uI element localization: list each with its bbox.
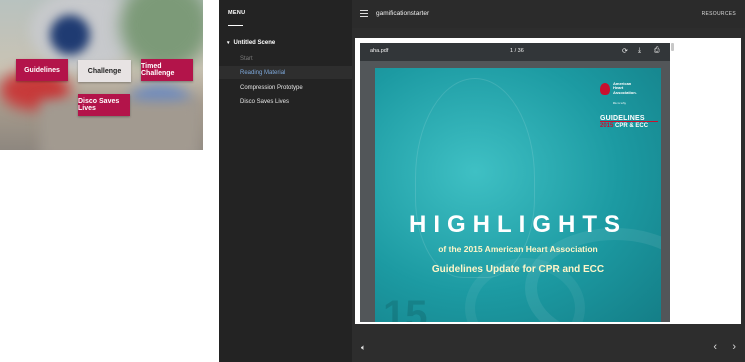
menu-title: MENU bbox=[228, 10, 246, 16]
content-area: aha.pdf 1 / 36 ⟳ ⤓ ⎙ American Heart Asso… bbox=[355, 38, 741, 324]
cover-watermark-number: 15 bbox=[383, 293, 428, 322]
aha-org-line: Association. bbox=[613, 89, 637, 95]
hamburger-icon[interactable] bbox=[360, 10, 368, 17]
pdf-page-indicator: 1 / 36 bbox=[510, 48, 524, 54]
chevron-left-icon[interactable]: ‹ bbox=[713, 341, 717, 353]
scene-label: Untitled Scene bbox=[233, 40, 276, 46]
screen: Guidelines Challenge Timed Challenge Dis… bbox=[0, 0, 745, 362]
pdf-page-cover: American Heart Association. life is why … bbox=[375, 68, 661, 322]
top-bar: gamificationstarter RESOURCES bbox=[352, 0, 745, 28]
aha-heart-logo bbox=[600, 83, 610, 95]
challenge-button[interactable]: Challenge bbox=[78, 60, 131, 82]
sidebar-item-label: Start bbox=[240, 55, 253, 62]
sidebar: MENU ▾ Untitled Scene Start Reading Mate… bbox=[219, 0, 352, 362]
guidelines-badge-subtitle: 2015 CPR & ECC bbox=[600, 123, 648, 129]
rotate-icon[interactable]: ⟳ bbox=[622, 47, 628, 55]
menu-underline bbox=[228, 25, 243, 26]
guidelines-button[interactable]: Guidelines bbox=[16, 59, 68, 81]
aha-org-name: American Heart Association. bbox=[613, 81, 637, 95]
pdf-file-name: aha.pdf bbox=[370, 48, 389, 54]
cover-headline: HIGHLIGHTS bbox=[409, 211, 627, 238]
badge-year: 2015 bbox=[600, 123, 614, 129]
caret-down-icon: ▾ bbox=[227, 40, 230, 46]
download-icon[interactable]: ⤓ bbox=[638, 47, 641, 55]
app-title: gamificationstarter bbox=[376, 10, 430, 17]
sidebar-item-label: Disco Saves Lives bbox=[240, 98, 290, 105]
sidebar-item-label: Compression Prototype bbox=[240, 84, 303, 91]
aha-tagline: life is why bbox=[613, 101, 627, 105]
app-window: MENU ▾ Untitled Scene Start Reading Mate… bbox=[219, 0, 745, 362]
resources-button[interactable]: RESOURCES bbox=[702, 11, 736, 17]
sidebar-item-disco-saves-lives[interactable]: Disco Saves Lives bbox=[219, 95, 352, 108]
chevron-right-icon[interactable]: › bbox=[732, 341, 736, 353]
scene-thumbnail: Guidelines Challenge Timed Challenge Dis… bbox=[0, 0, 203, 150]
timed-challenge-button[interactable]: Timed Challenge bbox=[141, 59, 193, 81]
photo-blur bbox=[50, 15, 90, 55]
sidebar-item-reading-material[interactable]: Reading Material bbox=[219, 66, 352, 79]
pdf-toolbar: aha.pdf 1 / 36 ⟳ ⤓ ⎙ bbox=[360, 43, 670, 61]
pdf-scrollbar[interactable] bbox=[671, 43, 674, 51]
badge-rule bbox=[600, 121, 658, 122]
volume-icon[interactable]: 🔈︎ bbox=[361, 343, 366, 353]
pdf-viewer[interactable]: aha.pdf 1 / 36 ⟳ ⤓ ⎙ American Heart Asso… bbox=[360, 43, 670, 322]
cover-subheadline: of the 2015 American Heart Association bbox=[438, 244, 598, 254]
print-icon[interactable]: ⎙ bbox=[654, 47, 660, 55]
scene-toggle[interactable]: ▾ Untitled Scene bbox=[227, 40, 275, 46]
sidebar-item-compression-prototype[interactable]: Compression Prototype bbox=[219, 81, 352, 94]
disco-saves-lives-button[interactable]: Disco Saves Lives bbox=[78, 94, 130, 116]
sidebar-item-label: Reading Material bbox=[240, 69, 286, 76]
sidebar-item-start[interactable]: Start bbox=[219, 52, 352, 65]
bottom-bar: 🔈︎ ‹ › bbox=[352, 336, 745, 362]
badge-cpr: CPR & ECC bbox=[615, 123, 649, 129]
cover-subheadline-2: Guidelines Update for CPR and ECC bbox=[431, 264, 605, 275]
